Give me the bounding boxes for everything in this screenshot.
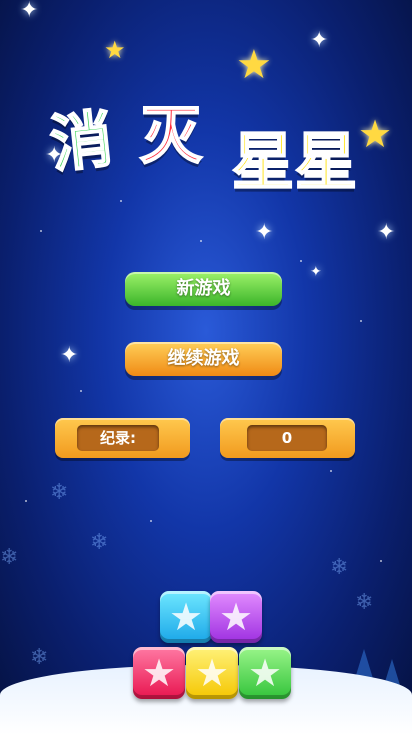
snowflake-icon: ❄ [30, 645, 49, 670]
star-tile-yellow: ★ [186, 647, 238, 699]
star-tile-green: ★ [239, 647, 291, 699]
star-dot [150, 520, 152, 522]
title-char: 灭 [139, 98, 203, 173]
sparkle-icon: ✦ [255, 220, 274, 245]
star-icon: ★ [236, 42, 272, 88]
star-icon: ★ [218, 595, 254, 639]
snowflake-icon: ❄ [330, 555, 349, 580]
game-start-screen: ✦ ✦ ✦ ✦ ✦ ✦ ✦ ❄ ❄ ❄ ❄ ❄ ❄ 消 灭 星 星 ★ ★ ★ … [0, 0, 412, 735]
star-dot [120, 200, 122, 202]
continue-game-button[interactable]: 继续游戏 [125, 342, 282, 376]
record-value-panel: 0 [220, 418, 355, 458]
snowflake-icon: ❄ [355, 590, 374, 615]
snowflake-icon: ❄ [50, 480, 69, 505]
star-tile-cyan: ★ [160, 591, 212, 643]
star-tile-red: ★ [133, 647, 185, 699]
star-dot [380, 560, 382, 562]
star-dot [40, 230, 42, 232]
star-icon: ★ [141, 651, 177, 695]
title-char: 星 [231, 124, 295, 199]
new-game-button[interactable]: 新游戏 [125, 272, 282, 306]
star-dot [330, 470, 332, 472]
title-char: 消 [46, 101, 117, 182]
star-tile-purple: ★ [210, 591, 262, 643]
star-dot [200, 240, 202, 242]
record-value: 0 [247, 425, 327, 451]
sparkle-icon: ✦ [310, 28, 329, 53]
game-title-logo: 消 灭 星 星 [0, 85, 412, 199]
snowflake-icon: ❄ [0, 545, 19, 570]
sparkle-icon: ✦ [310, 264, 322, 280]
star-dot [25, 500, 27, 502]
star-dot [80, 390, 82, 392]
star-icon: ★ [358, 112, 393, 156]
star-icon: ★ [247, 651, 283, 695]
snowflake-icon: ❄ [90, 530, 109, 555]
record-label-panel: 纪录: [55, 418, 190, 458]
sparkle-icon: ✦ [20, 0, 39, 23]
star-dot [300, 260, 302, 262]
star-icon: ★ [168, 595, 204, 639]
star-icon: ★ [104, 36, 126, 64]
sparkle-icon: ✦ [377, 220, 396, 245]
record-label: 纪录: [77, 425, 159, 451]
title-char: 星 [294, 124, 358, 199]
star-icon: ★ [194, 651, 230, 695]
sparkle-icon: ✦ [60, 343, 79, 368]
star-dot [360, 320, 362, 322]
